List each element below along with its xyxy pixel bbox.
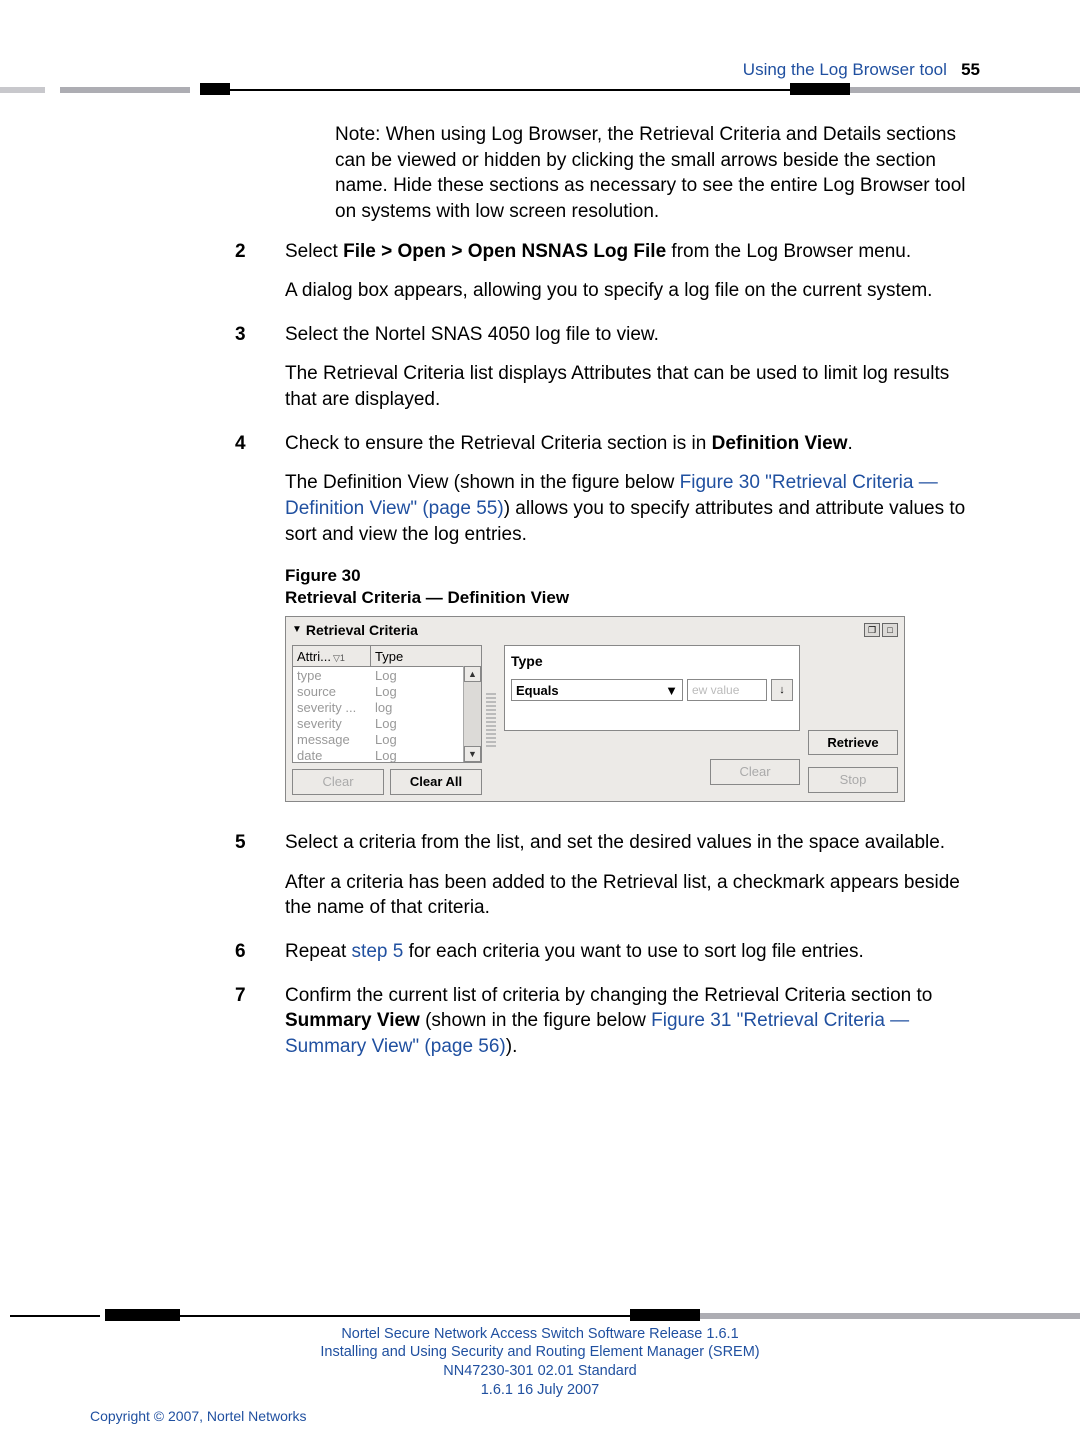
retrieve-button[interactable]: Retrieve [808, 730, 898, 756]
type-label: Type [511, 652, 793, 671]
restore-icon[interactable]: □ [882, 623, 898, 637]
step-7: 7 Confirm the current list of criteria b… [285, 983, 980, 1060]
step-6: 6 Repeat step 5 for each criteria you wa… [285, 939, 980, 965]
operator-select[interactable]: Equals ▼ [511, 679, 683, 701]
clear-button[interactable]: Clear [710, 759, 800, 785]
maximize-icon[interactable]: ❐ [864, 623, 880, 637]
table-row: severity ...log [293, 699, 481, 715]
step-3: 3 Select the Nortel SNAS 4050 log file t… [285, 322, 980, 413]
section-title: Using the Log Browser tool [743, 60, 947, 79]
sort-icon[interactable]: ▽1 [333, 653, 345, 663]
add-value-button[interactable]: ↓ [771, 679, 793, 701]
table-row: sourceLog [293, 683, 481, 699]
table-row: messageLog [293, 731, 481, 747]
step-number: 2 [235, 239, 246, 265]
criteria-table[interactable]: Attri...▽1 Type typeLog sourceLog severi… [292, 645, 482, 763]
type-panel: Type Equals ▼ ew value ↓ [504, 645, 800, 731]
table-row: typeLog [293, 667, 481, 683]
figure-caption: Figure 30 Retrieval Criteria — Definitio… [285, 565, 980, 609]
footer-rule [0, 1312, 1080, 1320]
scroll-up-icon[interactable]: ▲ [464, 666, 481, 682]
step-5: 5 Select a criteria from the list, and s… [285, 830, 980, 921]
page-number: 55 [961, 60, 980, 79]
step-number: 4 [235, 431, 246, 457]
scrollbar[interactable]: ▲ ▼ [463, 666, 481, 762]
copyright: Copyright © 2007, Nortel Networks [90, 1408, 307, 1424]
clear-all-button[interactable]: Clear All [390, 769, 482, 795]
panel-title: Retrieval Criteria [306, 621, 418, 640]
collapse-arrow-icon[interactable]: ▼ [292, 623, 302, 637]
step-2: 2 Select File > Open > Open NSNAS Log Fi… [285, 239, 980, 304]
retrieval-criteria-panel: ▼ Retrieval Criteria ❐ □ Attri...▽1 Type [285, 616, 905, 802]
scroll-down-icon[interactable]: ▼ [464, 746, 481, 762]
step-number: 5 [235, 830, 246, 856]
note-text: Note: When using Log Browser, the Retrie… [335, 122, 980, 225]
step-4: 4 Check to ensure the Retrieval Criteria… [285, 431, 980, 548]
table-row: severityLog [293, 715, 481, 731]
step-link[interactable]: step 5 [352, 941, 404, 962]
step-number: 3 [235, 322, 246, 348]
step-number: 6 [235, 939, 246, 965]
clear-button[interactable]: Clear [292, 769, 384, 795]
arrow-down-icon: ↓ [779, 683, 785, 698]
window-controls: ❐ □ [864, 623, 898, 637]
step-number: 7 [235, 983, 246, 1009]
value-input[interactable]: ew value [687, 679, 767, 701]
chevron-down-icon: ▼ [665, 682, 678, 700]
stop-button[interactable]: Stop [808, 767, 898, 793]
table-row: dateLog [293, 747, 481, 763]
page-header: Using the Log Browser tool 55 [90, 60, 990, 80]
header-rule [0, 86, 1080, 94]
resize-grip[interactable] [486, 693, 496, 747]
footer: Nortel Secure Network Access Switch Soft… [90, 1325, 990, 1400]
